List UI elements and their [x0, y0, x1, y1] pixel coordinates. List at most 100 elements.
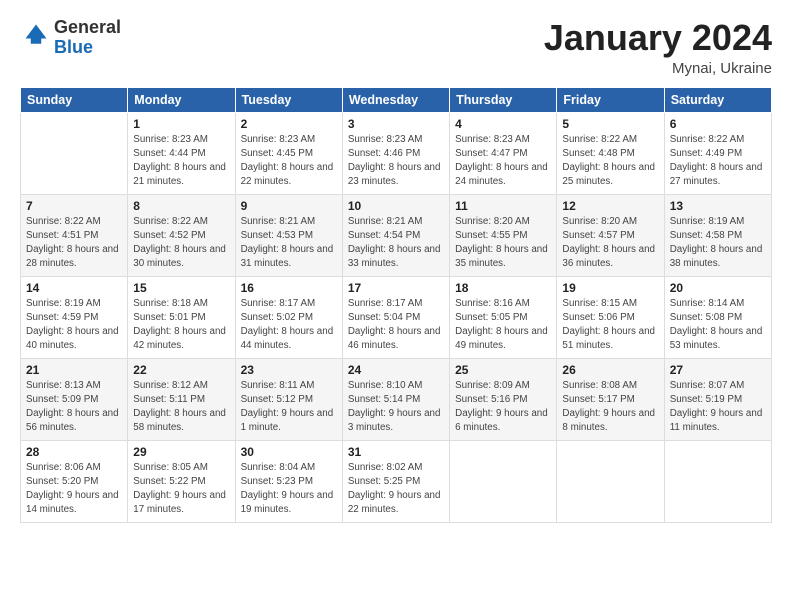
day-number: 3 [348, 117, 444, 131]
calendar-cell: 15 Sunrise: 8:18 AMSunset: 5:01 PMDaylig… [128, 276, 235, 358]
day-number: 23 [241, 363, 337, 377]
day-detail: Sunrise: 8:22 AMSunset: 4:52 PMDaylight:… [133, 215, 229, 272]
day-detail: Sunrise: 8:05 AMSunset: 5:22 PMDaylight:… [133, 461, 229, 518]
calendar-cell: 14 Sunrise: 8:19 AMSunset: 4:59 PMDaylig… [21, 276, 128, 358]
day-number: 14 [26, 281, 122, 295]
col-thursday: Thursday [450, 87, 557, 112]
day-number: 31 [348, 445, 444, 459]
day-detail: Sunrise: 8:23 AMSunset: 4:45 PMDaylight:… [241, 133, 337, 190]
calendar-cell: 30 Sunrise: 8:04 AMSunset: 5:23 PMDaylig… [235, 440, 342, 522]
calendar-cell: 12 Sunrise: 8:20 AMSunset: 4:57 PMDaylig… [557, 194, 664, 276]
calendar-cell: 17 Sunrise: 8:17 AMSunset: 5:04 PMDaylig… [342, 276, 449, 358]
day-detail: Sunrise: 8:17 AMSunset: 5:04 PMDaylight:… [348, 297, 444, 354]
day-number: 9 [241, 199, 337, 213]
day-detail: Sunrise: 8:12 AMSunset: 5:11 PMDaylight:… [133, 379, 229, 436]
day-detail: Sunrise: 8:19 AMSunset: 4:59 PMDaylight:… [26, 297, 122, 354]
calendar-cell: 7 Sunrise: 8:22 AMSunset: 4:51 PMDayligh… [21, 194, 128, 276]
day-number: 22 [133, 363, 229, 377]
day-number: 21 [26, 363, 122, 377]
calendar-cell [557, 440, 664, 522]
calendar-page: General Blue January 2024 Mynai, Ukraine… [0, 0, 792, 612]
day-detail: Sunrise: 8:15 AMSunset: 5:06 PMDaylight:… [562, 297, 658, 354]
day-detail: Sunrise: 8:06 AMSunset: 5:20 PMDaylight:… [26, 461, 122, 518]
day-detail: Sunrise: 8:23 AMSunset: 4:44 PMDaylight:… [133, 133, 229, 190]
logo: General Blue [20, 18, 121, 58]
day-number: 12 [562, 199, 658, 213]
day-number: 2 [241, 117, 337, 131]
day-detail: Sunrise: 8:22 AMSunset: 4:48 PMDaylight:… [562, 133, 658, 190]
calendar-cell: 31 Sunrise: 8:02 AMSunset: 5:25 PMDaylig… [342, 440, 449, 522]
calendar-cell: 28 Sunrise: 8:06 AMSunset: 5:20 PMDaylig… [21, 440, 128, 522]
day-detail: Sunrise: 8:17 AMSunset: 5:02 PMDaylight:… [241, 297, 337, 354]
day-number: 13 [670, 199, 766, 213]
day-detail: Sunrise: 8:21 AMSunset: 4:53 PMDaylight:… [241, 215, 337, 272]
calendar-cell: 29 Sunrise: 8:05 AMSunset: 5:22 PMDaylig… [128, 440, 235, 522]
day-number: 19 [562, 281, 658, 295]
day-number: 16 [241, 281, 337, 295]
day-detail: Sunrise: 8:14 AMSunset: 5:08 PMDaylight:… [670, 297, 766, 354]
calendar-cell: 20 Sunrise: 8:14 AMSunset: 5:08 PMDaylig… [664, 276, 771, 358]
col-tuesday: Tuesday [235, 87, 342, 112]
calendar-week-4: 21 Sunrise: 8:13 AMSunset: 5:09 PMDaylig… [21, 358, 772, 440]
day-number: 1 [133, 117, 229, 131]
col-monday: Monday [128, 87, 235, 112]
day-number: 30 [241, 445, 337, 459]
day-detail: Sunrise: 8:13 AMSunset: 5:09 PMDaylight:… [26, 379, 122, 436]
day-number: 6 [670, 117, 766, 131]
calendar-cell: 11 Sunrise: 8:20 AMSunset: 4:55 PMDaylig… [450, 194, 557, 276]
day-number: 26 [562, 363, 658, 377]
day-detail: Sunrise: 8:11 AMSunset: 5:12 PMDaylight:… [241, 379, 337, 436]
calendar-cell: 25 Sunrise: 8:09 AMSunset: 5:16 PMDaylig… [450, 358, 557, 440]
calendar-title: January 2024 [544, 18, 772, 58]
calendar-cell: 22 Sunrise: 8:12 AMSunset: 5:11 PMDaylig… [128, 358, 235, 440]
calendar-cell: 21 Sunrise: 8:13 AMSunset: 5:09 PMDaylig… [21, 358, 128, 440]
calendar-subtitle: Mynai, Ukraine [544, 60, 772, 77]
calendar-week-5: 28 Sunrise: 8:06 AMSunset: 5:20 PMDaylig… [21, 440, 772, 522]
day-detail: Sunrise: 8:08 AMSunset: 5:17 PMDaylight:… [562, 379, 658, 436]
col-wednesday: Wednesday [342, 87, 449, 112]
col-sunday: Sunday [21, 87, 128, 112]
calendar-cell [664, 440, 771, 522]
day-detail: Sunrise: 8:16 AMSunset: 5:05 PMDaylight:… [455, 297, 551, 354]
day-number: 29 [133, 445, 229, 459]
day-detail: Sunrise: 8:21 AMSunset: 4:54 PMDaylight:… [348, 215, 444, 272]
day-detail: Sunrise: 8:09 AMSunset: 5:16 PMDaylight:… [455, 379, 551, 436]
day-detail: Sunrise: 8:20 AMSunset: 4:55 PMDaylight:… [455, 215, 551, 272]
day-detail: Sunrise: 8:10 AMSunset: 5:14 PMDaylight:… [348, 379, 444, 436]
calendar-week-2: 7 Sunrise: 8:22 AMSunset: 4:51 PMDayligh… [21, 194, 772, 276]
day-detail: Sunrise: 8:19 AMSunset: 4:58 PMDaylight:… [670, 215, 766, 272]
day-number: 27 [670, 363, 766, 377]
logo-icon [22, 21, 50, 49]
logo-blue-text: Blue [54, 37, 93, 57]
calendar-cell: 6 Sunrise: 8:22 AMSunset: 4:49 PMDayligh… [664, 112, 771, 194]
calendar-cell [21, 112, 128, 194]
day-number: 5 [562, 117, 658, 131]
calendar-cell: 8 Sunrise: 8:22 AMSunset: 4:52 PMDayligh… [128, 194, 235, 276]
day-number: 11 [455, 199, 551, 213]
day-number: 24 [348, 363, 444, 377]
day-detail: Sunrise: 8:07 AMSunset: 5:19 PMDaylight:… [670, 379, 766, 436]
col-saturday: Saturday [664, 87, 771, 112]
col-friday: Friday [557, 87, 664, 112]
day-detail: Sunrise: 8:02 AMSunset: 5:25 PMDaylight:… [348, 461, 444, 518]
calendar-cell: 9 Sunrise: 8:21 AMSunset: 4:53 PMDayligh… [235, 194, 342, 276]
title-block: January 2024 Mynai, Ukraine [544, 18, 772, 77]
calendar-cell: 16 Sunrise: 8:17 AMSunset: 5:02 PMDaylig… [235, 276, 342, 358]
calendar-cell: 3 Sunrise: 8:23 AMSunset: 4:46 PMDayligh… [342, 112, 449, 194]
calendar-cell: 2 Sunrise: 8:23 AMSunset: 4:45 PMDayligh… [235, 112, 342, 194]
day-number: 20 [670, 281, 766, 295]
header-row: Sunday Monday Tuesday Wednesday Thursday… [21, 87, 772, 112]
day-number: 17 [348, 281, 444, 295]
calendar-cell: 1 Sunrise: 8:23 AMSunset: 4:44 PMDayligh… [128, 112, 235, 194]
calendar-cell: 5 Sunrise: 8:22 AMSunset: 4:48 PMDayligh… [557, 112, 664, 194]
day-detail: Sunrise: 8:04 AMSunset: 5:23 PMDaylight:… [241, 461, 337, 518]
day-number: 15 [133, 281, 229, 295]
calendar-cell: 27 Sunrise: 8:07 AMSunset: 5:19 PMDaylig… [664, 358, 771, 440]
header: General Blue January 2024 Mynai, Ukraine [20, 18, 772, 77]
day-detail: Sunrise: 8:23 AMSunset: 4:46 PMDaylight:… [348, 133, 444, 190]
day-number: 10 [348, 199, 444, 213]
calendar-cell: 19 Sunrise: 8:15 AMSunset: 5:06 PMDaylig… [557, 276, 664, 358]
day-number: 18 [455, 281, 551, 295]
calendar-week-3: 14 Sunrise: 8:19 AMSunset: 4:59 PMDaylig… [21, 276, 772, 358]
calendar-cell: 4 Sunrise: 8:23 AMSunset: 4:47 PMDayligh… [450, 112, 557, 194]
